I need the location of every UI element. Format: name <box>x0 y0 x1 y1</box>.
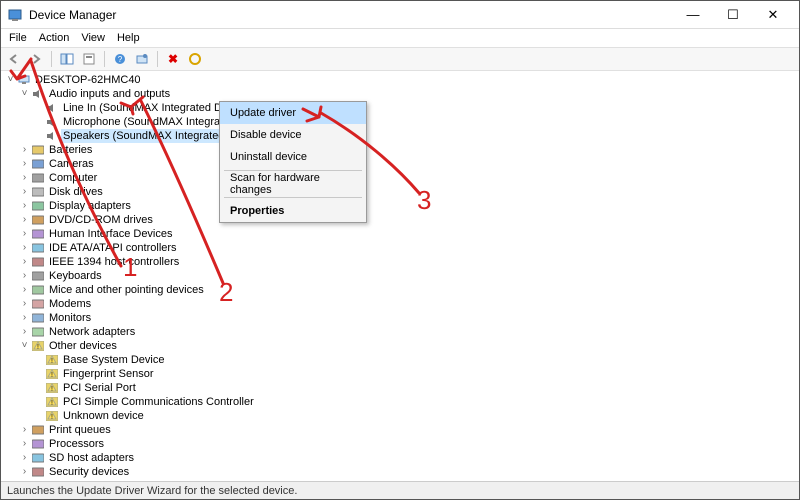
warning-icon: ! <box>45 354 59 366</box>
device-item[interactable]: !PCI Simple Communications Controller <box>5 395 799 409</box>
device-icon <box>31 256 45 268</box>
category-item[interactable]: ›Computer <box>5 171 799 185</box>
device-icon <box>31 144 45 156</box>
show-hide-icon[interactable] <box>58 50 76 68</box>
category-item[interactable]: ›Mice and other pointing devices <box>5 283 799 297</box>
category-item[interactable]: ›Human Interface Devices <box>5 227 799 241</box>
device-icon <box>31 312 45 324</box>
svg-text:!: ! <box>37 344 39 351</box>
device-manager-window: Device Manager — ☐ ✕ File Action View He… <box>0 0 800 500</box>
ctx-properties[interactable]: Properties <box>220 200 366 222</box>
device-item[interactable]: !Unknown device <box>5 409 799 423</box>
category-item[interactable]: ›Security devices <box>5 465 799 479</box>
device-icon <box>31 200 45 212</box>
device-icon <box>31 158 45 170</box>
ctx-uninstall-device[interactable]: Uninstall device <box>220 146 366 168</box>
svg-text:!: ! <box>51 358 53 365</box>
warning-icon: ! <box>45 396 59 408</box>
enable-icon[interactable] <box>186 50 204 68</box>
speaker-icon <box>45 102 59 114</box>
device-item[interactable]: !Fingerprint Sensor <box>5 367 799 381</box>
category-item[interactable]: ›Modems <box>5 297 799 311</box>
category-other-devices[interactable]: ˅!Other devices <box>5 339 799 353</box>
ctx-separator <box>224 197 362 198</box>
speaker-icon <box>45 130 59 142</box>
device-icon <box>31 186 45 198</box>
device-item[interactable]: !Base System Device <box>5 353 799 367</box>
titlebar: Device Manager — ☐ ✕ <box>1 1 799 29</box>
menu-help[interactable]: Help <box>117 32 140 44</box>
toolbar: ? ✖ <box>1 47 799 71</box>
status-text: Launches the Update Driver Wizard for th… <box>7 485 297 497</box>
category-item[interactable]: ›Keyboards <box>5 269 799 283</box>
device-icon <box>31 298 45 310</box>
category-item[interactable]: ›Processors <box>5 437 799 451</box>
menu-file[interactable]: File <box>9 32 27 44</box>
disable-icon[interactable]: ✖ <box>164 50 182 68</box>
device-icon <box>31 284 45 296</box>
device-icon <box>31 452 45 464</box>
category-item[interactable]: ›Display adapters <box>5 199 799 213</box>
device-icon <box>31 172 45 184</box>
ctx-scan-hardware[interactable]: Scan for hardware changes <box>220 173 366 195</box>
statusbar: Launches the Update Driver Wizard for th… <box>1 481 799 499</box>
context-menu: Update driver Disable device Uninstall d… <box>219 101 367 223</box>
svg-text:!: ! <box>51 386 53 393</box>
forward-icon[interactable] <box>27 50 45 68</box>
device-icon <box>31 214 45 226</box>
device-item[interactable]: Speakers (SoundMAX Integrated Digital HD… <box>5 129 799 143</box>
warning-icon: ! <box>45 410 59 422</box>
minimize-button[interactable]: — <box>673 2 713 28</box>
computer-icon <box>17 74 31 86</box>
scan-hardware-icon[interactable] <box>133 50 151 68</box>
device-tree[interactable]: ˅DESKTOP-62HMC40˅Audio inputs and output… <box>1 71 799 481</box>
device-icon <box>31 242 45 254</box>
svg-text:?: ? <box>118 55 123 64</box>
svg-text:!: ! <box>51 414 53 421</box>
menu-view[interactable]: View <box>81 32 105 44</box>
speaker-icon <box>45 116 59 128</box>
menubar: File Action View Help <box>1 29 799 47</box>
device-icon <box>31 326 45 338</box>
maximize-button[interactable]: ☐ <box>713 2 753 28</box>
device-icon <box>31 270 45 282</box>
speaker-icon <box>31 88 45 100</box>
svg-text:!: ! <box>51 372 53 379</box>
device-item[interactable]: Line In (SoundMAX Integrated Digital HD … <box>5 101 799 115</box>
svg-text:!: ! <box>51 400 53 407</box>
properties-icon[interactable] <box>80 50 98 68</box>
category-item[interactable]: ›Disk drives <box>5 185 799 199</box>
category-item[interactable]: ›IEEE 1394 host controllers <box>5 255 799 269</box>
category-item[interactable]: ›Batteries <box>5 143 799 157</box>
ctx-update-driver[interactable]: Update driver <box>220 102 366 124</box>
device-icon <box>31 438 45 450</box>
device-item[interactable]: !PCI Serial Port <box>5 381 799 395</box>
menu-action[interactable]: Action <box>39 32 70 44</box>
category-item[interactable]: ›Network adapters <box>5 325 799 339</box>
category-item[interactable]: ›Monitors <box>5 311 799 325</box>
category-item[interactable]: ›DVD/CD-ROM drives <box>5 213 799 227</box>
help-icon[interactable]: ? <box>111 50 129 68</box>
window-title: Device Manager <box>29 8 673 22</box>
device-icon <box>31 424 45 436</box>
category-item[interactable]: ›IDE ATA/ATAPI controllers <box>5 241 799 255</box>
warning-icon: ! <box>31 340 45 352</box>
app-icon <box>7 7 23 23</box>
ctx-disable-device[interactable]: Disable device <box>220 124 366 146</box>
category-item[interactable]: ›Cameras <box>5 157 799 171</box>
close-button[interactable]: ✕ <box>753 2 793 28</box>
device-icon <box>31 228 45 240</box>
warning-icon: ! <box>45 382 59 394</box>
tree-root[interactable]: ˅DESKTOP-62HMC40 <box>5 73 799 87</box>
category-item[interactable]: ›SD host adapters <box>5 451 799 465</box>
ctx-separator <box>224 170 362 171</box>
back-icon[interactable] <box>5 50 23 68</box>
category-audio[interactable]: ˅Audio inputs and outputs <box>5 87 799 101</box>
warning-icon: ! <box>45 368 59 380</box>
device-item[interactable]: Microphone (SoundMAX Integrated Digital … <box>5 115 799 129</box>
category-item[interactable]: ›Print queues <box>5 423 799 437</box>
device-icon <box>31 466 45 478</box>
